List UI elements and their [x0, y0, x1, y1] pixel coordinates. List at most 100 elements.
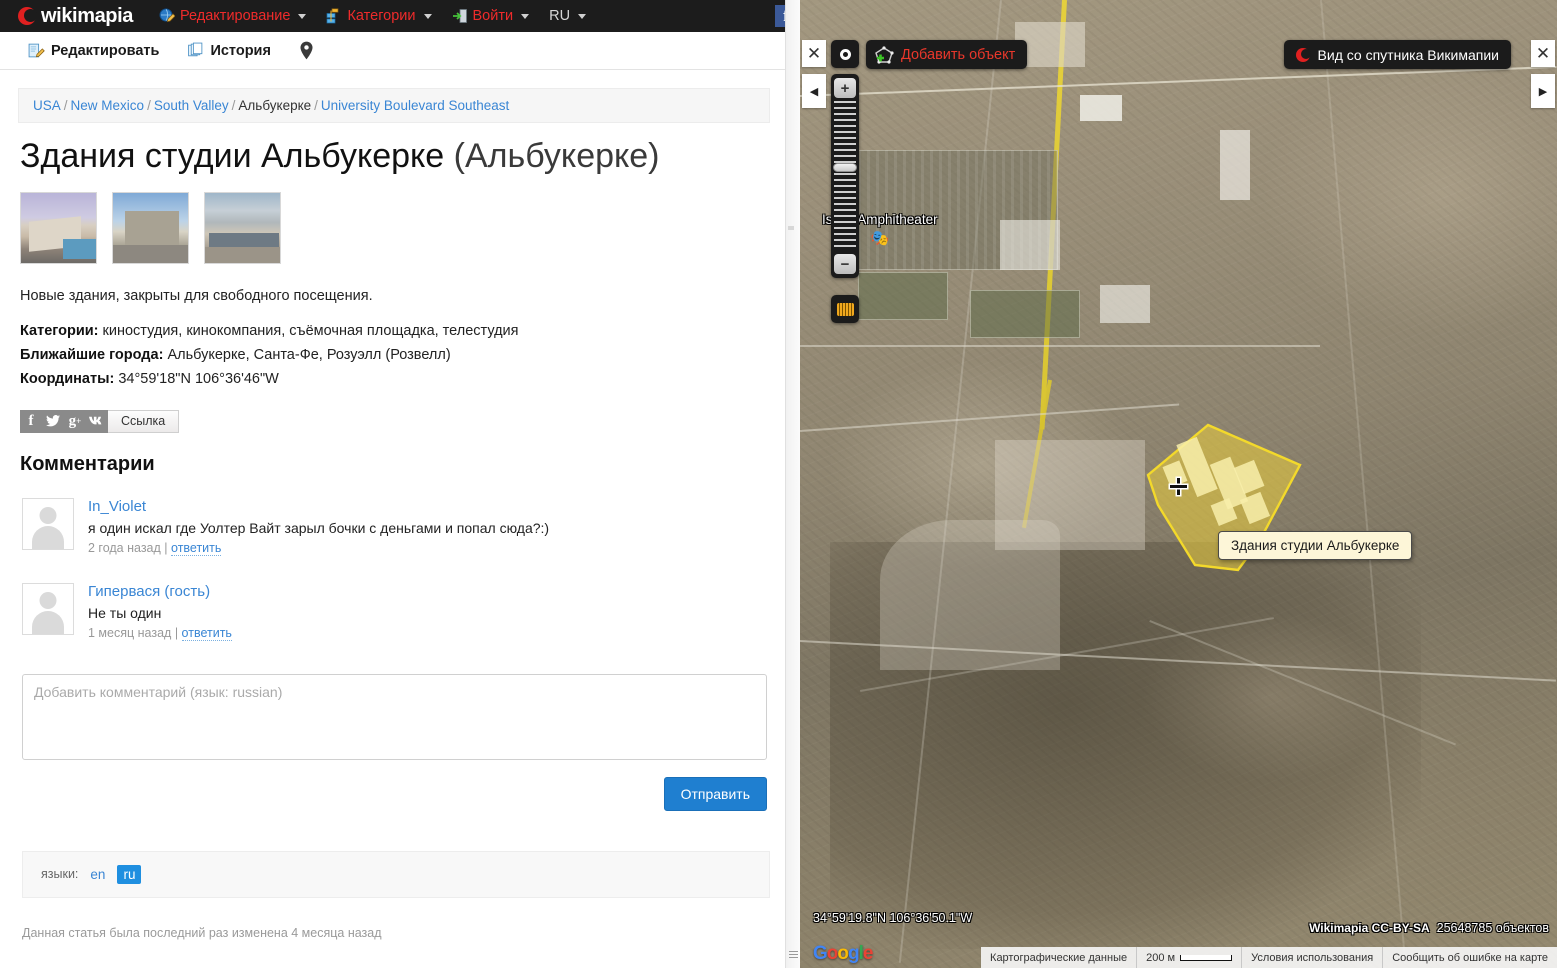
login-door-icon	[452, 9, 467, 23]
measure-tool-button[interactable]	[831, 295, 859, 323]
scrollbar-marker	[788, 226, 794, 230]
avatar	[22, 582, 74, 635]
comment-input[interactable]	[22, 673, 767, 760]
nav-item-login[interactable]: Войти	[452, 8, 530, 24]
comment-meta: 1 месяц назад | ответить	[88, 625, 232, 641]
pencil-page-icon	[28, 43, 45, 58]
vk-icon[interactable]	[86, 409, 108, 433]
zoom-in-button[interactable]: +	[834, 78, 856, 98]
collapse-left-button[interactable]: ◀	[802, 74, 826, 108]
language-option-en[interactable]: en	[90, 867, 105, 882]
share-buttons: f g +	[20, 409, 108, 433]
selected-object-tooltip[interactable]: Здания студии Альбукерке	[1218, 531, 1413, 560]
wikimapia-moon-icon	[1295, 47, 1311, 62]
expand-right-button[interactable]: ▶	[1531, 74, 1555, 108]
breadcrumb-item-0[interactable]: USA	[33, 98, 61, 113]
facebook-icon[interactable]: f	[20, 409, 42, 433]
meta-row-nearby-cities: Ближайшие города: Альбукерке, Санта-Фе, …	[20, 344, 770, 368]
locate-target-icon	[839, 48, 851, 60]
studio-building-photo-3[interactable]	[204, 192, 281, 265]
meta-value-nearby-cities: Альбукерке, Санта-Фе, Розуэлл (Розвелл)	[167, 347, 451, 364]
breadcrumb-item-2[interactable]: South Valley	[154, 98, 229, 113]
license-label: Wikimapia CC-BY-SA	[1309, 921, 1430, 935]
map-pin-button[interactable]	[299, 41, 314, 60]
breadcrumb-item-3[interactable]: Альбукерке	[238, 98, 311, 113]
cursor-coordinates: 34°59'19.8"N 106°36'50.1"W	[813, 911, 973, 925]
scale-label: 200 м	[1146, 951, 1176, 964]
wikimapia-moon-icon	[18, 7, 37, 25]
meta-label-categories: Категории:	[20, 323, 99, 340]
close-icon: ✕	[1535, 43, 1551, 63]
vk-glyph-icon	[89, 417, 102, 425]
language-option-ru[interactable]: ru	[117, 864, 142, 884]
add-object-button[interactable]: Добавить объект	[866, 40, 1028, 69]
nav-item-categories[interactable]: Категории	[326, 8, 432, 24]
zoom-out-button[interactable]: −	[834, 254, 856, 274]
studio-building-photo-1[interactable]	[20, 192, 97, 265]
building-footprint	[1100, 285, 1150, 323]
last-modified-note: Данная статья была последний раз изменен…	[22, 925, 382, 940]
map-data-link[interactable]: Картографические данные	[981, 947, 1136, 968]
comment-item: In_Violet я один искал где Уолтер Вайт з…	[22, 497, 770, 556]
close-left-panel-button[interactable]: ✕	[802, 40, 826, 67]
comment-author-link[interactable]: Гипервася (гость)	[88, 583, 232, 600]
nav-item-editing[interactable]: Редактирование	[159, 8, 307, 24]
link-button[interactable]: Ссылка	[108, 409, 180, 433]
scrollbar-grip[interactable]	[789, 951, 798, 960]
breadcrumb-item-4[interactable]: University Boulevard Southeast	[321, 98, 509, 113]
avatar	[22, 497, 74, 550]
comment-reply-link[interactable]: ответить	[181, 625, 232, 641]
meta-label-coordinates: Координаты:	[20, 370, 115, 387]
building-footprint	[1000, 220, 1060, 270]
page-title-location: (Альбукерке)	[453, 137, 660, 175]
submit-row: Отправить	[22, 776, 767, 811]
edit-button-label: Редактировать	[51, 42, 160, 59]
categories-icon	[327, 8, 339, 24]
satellite-view-button[interactable]: Вид со спутника Викимапии	[1283, 40, 1511, 69]
history-button[interactable]: История	[187, 42, 271, 59]
comment-author-link[interactable]: In_Violet	[88, 498, 549, 515]
zoom-slider-thumb[interactable]	[833, 163, 857, 172]
nav-item-language-label: RU	[549, 8, 571, 24]
wikimapia-logo[interactable]: wikimapia	[18, 5, 133, 28]
scale-indicator: 200 м	[1136, 947, 1241, 968]
breadcrumb-item-1[interactable]: New Mexico	[71, 98, 145, 113]
report-error-link[interactable]: Сообщить об ошибке на карте	[1382, 947, 1557, 968]
close-right-panel-button[interactable]: ✕	[1531, 40, 1555, 67]
selected-object-polygon[interactable]	[1140, 415, 1440, 605]
edit-button[interactable]: Редактировать	[28, 42, 159, 59]
chevron-down-icon	[298, 13, 307, 19]
building-footprint	[1080, 95, 1122, 121]
studio-building-photo-2[interactable]	[112, 192, 189, 265]
comment-meta-separator: |	[174, 625, 182, 640]
meta-row-coordinates: Координаты: 34°59'18"N 106°36'46"W	[20, 368, 770, 392]
meta-value-coordinates: 34°59'18"N 106°36'46"W	[118, 370, 279, 387]
close-icon: ✕	[806, 43, 822, 63]
locate-button[interactable]	[831, 40, 859, 68]
google-logo: Google	[813, 943, 873, 964]
panel-scrollbar[interactable]	[785, 0, 800, 968]
comment-meta-separator: |	[164, 540, 172, 555]
comments-heading: Комментарии	[20, 452, 155, 475]
article-toolbar: Редактировать История	[0, 32, 800, 70]
zoom-slider-track[interactable]	[833, 101, 857, 251]
farm-parcel	[858, 272, 948, 320]
satellite-view-label: Вид со спутника Викимапии	[1317, 46, 1499, 63]
comment-timestamp: 1 месяц назад	[88, 625, 172, 640]
add-polygon-icon	[875, 45, 894, 64]
comment-body: In_Violet я один искал где Уолтер Вайт з…	[88, 498, 549, 556]
terms-link[interactable]: Условия использования	[1241, 947, 1382, 968]
nav-item-language[interactable]: RU	[549, 8, 587, 24]
submit-comment-button[interactable]: Отправить	[663, 776, 767, 811]
map-viewport[interactable]: Здания студии Альбукерке Isleta Amphithe…	[800, 0, 1557, 968]
article-metadata: Категории: киностудия, кинокомпания, съё…	[20, 320, 770, 392]
farm-parcel	[970, 290, 1080, 338]
chevron-down-icon	[578, 13, 587, 19]
building-footprint	[1220, 130, 1250, 200]
comment-reply-link[interactable]: ответить	[171, 540, 222, 556]
pages-icon	[188, 42, 203, 57]
map-pin-icon	[300, 41, 313, 60]
googleplus-icon[interactable]: g +	[64, 409, 86, 433]
nav-item-categories-label: Категории	[347, 8, 416, 24]
twitter-icon[interactable]	[42, 409, 64, 433]
